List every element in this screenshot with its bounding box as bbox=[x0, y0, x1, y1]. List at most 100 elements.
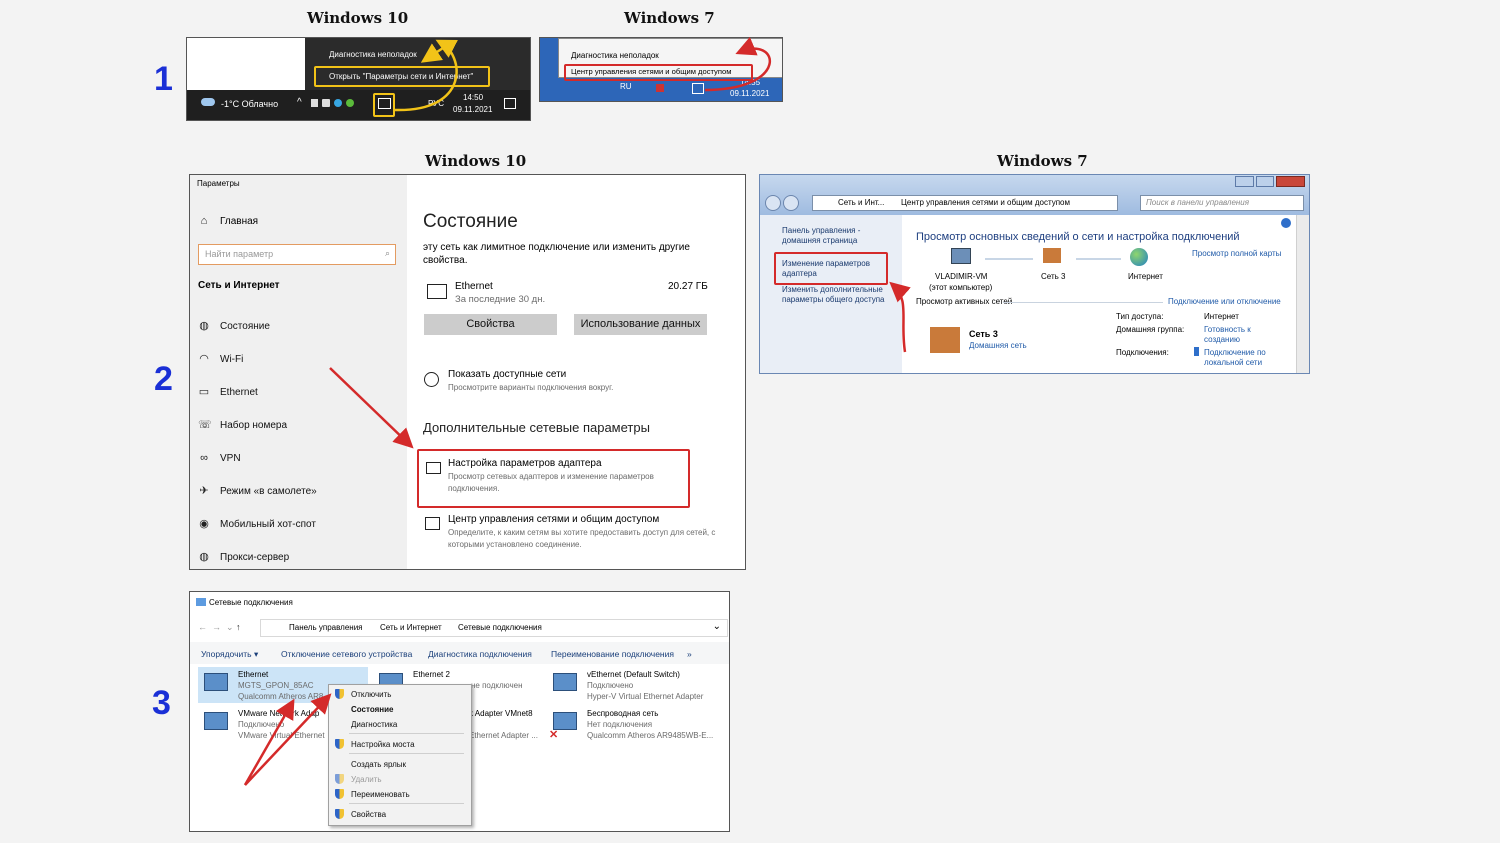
left-sharing-link[interactable]: Изменить дополнительные параметры общего… bbox=[782, 285, 897, 305]
network-center-link[interactable]: Центр управления сетями и общим доступом bbox=[448, 514, 659, 525]
ctx-disable[interactable]: Отключить bbox=[351, 690, 391, 699]
menu-diagnose[interactable]: Диагностика неполадок bbox=[329, 50, 417, 59]
toolbar-disable[interactable]: Отключение сетевого устройства bbox=[281, 649, 412, 659]
show-networks-link[interactable]: Показать доступные сети bbox=[448, 369, 566, 380]
heading-row1-win10: Windows 10 bbox=[307, 9, 409, 27]
ctx-shortcut[interactable]: Создать ярлык bbox=[351, 760, 406, 769]
ctx-properties[interactable]: Свойства bbox=[351, 810, 386, 819]
window-controls bbox=[1235, 176, 1306, 187]
battery-icon[interactable] bbox=[311, 99, 318, 107]
globe-icon bbox=[424, 372, 439, 387]
clock-time[interactable]: 14:50 bbox=[463, 93, 483, 102]
nav-arrows: ← → ⌄ ↑ bbox=[198, 622, 241, 632]
phone-icon: ☏ bbox=[198, 419, 212, 431]
clock-date[interactable]: 09.11.2021 bbox=[453, 105, 492, 114]
monitor-icon bbox=[427, 284, 447, 299]
heading-row1-win7: Windows 7 bbox=[624, 9, 715, 27]
breadcrumb-2[interactable]: Центр управления сетями и общим доступом bbox=[901, 198, 1070, 207]
maximize-icon[interactable] bbox=[1255, 176, 1275, 187]
step-number-3: 3 bbox=[152, 684, 171, 722]
settings-search-input[interactable]: Найти параметр ⌕ bbox=[198, 244, 396, 265]
help-icon[interactable] bbox=[1281, 218, 1291, 228]
toolbar-rename[interactable]: Переименование подключения bbox=[551, 649, 674, 659]
toolbar-organize[interactable]: Упорядочить ▾ bbox=[201, 649, 258, 660]
close-icon[interactable] bbox=[1276, 176, 1306, 187]
lang-indicator[interactable]: РУС bbox=[428, 99, 444, 108]
ethernet-small-icon bbox=[1194, 347, 1199, 356]
conn-value-link[interactable]: Подключение по локальной сети bbox=[1204, 348, 1294, 368]
win7-flag-icon[interactable] bbox=[656, 84, 664, 92]
red-highlight-adapter-link bbox=[774, 252, 888, 285]
ctx-status[interactable]: Состояние bbox=[351, 705, 393, 714]
nav-vpn[interactable]: ∞ VPN bbox=[198, 452, 240, 464]
ctx-separator bbox=[349, 733, 464, 734]
nav-status[interactable]: ◍ Состояние bbox=[198, 320, 270, 332]
scrollbar[interactable] bbox=[1296, 215, 1309, 373]
nav-hotspot[interactable]: ◉ Мобильный хот-спот bbox=[198, 518, 316, 530]
show-networks-sub: Просмотрите варианты подключения вокруг. bbox=[448, 383, 614, 392]
section-title: Сеть и Интернет bbox=[198, 280, 280, 291]
internet-globe-icon bbox=[1130, 248, 1148, 266]
app-icon[interactable] bbox=[346, 99, 354, 107]
notification-icon[interactable] bbox=[504, 98, 516, 109]
adapter-sub: За последние 30 дн. bbox=[455, 294, 546, 305]
address-bar-3[interactable]: Панель управления Сеть и Интернет Сетевы… bbox=[260, 619, 728, 637]
ctx-bridge[interactable]: Настройка моста bbox=[351, 740, 415, 749]
nav-dialup[interactable]: ☏ Набор номера bbox=[198, 419, 287, 431]
properties-button[interactable]: Свойства bbox=[424, 314, 557, 335]
adapter-wireless[interactable]: ✕ Беспроводная сеть Нет подключения Qual… bbox=[547, 706, 727, 742]
telegram-icon[interactable] bbox=[334, 99, 342, 107]
nav-ethernet[interactable]: ▭ Ethernet bbox=[198, 386, 258, 398]
chevron-up-icon[interactable]: ^ bbox=[297, 97, 302, 108]
computer-icon bbox=[951, 248, 971, 264]
forward-button[interactable] bbox=[783, 195, 799, 211]
toolbar-more[interactable]: » bbox=[687, 649, 692, 659]
full-map-link[interactable]: Просмотр полной карты bbox=[1192, 249, 1281, 258]
context-menu: Отключить Состояние Диагностика Настройк… bbox=[328, 684, 472, 826]
volume-icon[interactable] bbox=[322, 99, 330, 107]
nav-wifi[interactable]: ◠ Wi-Fi bbox=[198, 353, 243, 365]
ctx-separator bbox=[349, 803, 464, 804]
home-nav[interactable]: ⌂ Главная bbox=[198, 215, 258, 227]
connect-link[interactable]: Подключение или отключение bbox=[1168, 297, 1281, 306]
window-title-3: Сетевые подключения bbox=[209, 598, 293, 607]
separator bbox=[1003, 302, 1163, 303]
breadcrumb-network[interactable]: Сеть и Интернет bbox=[380, 623, 442, 632]
toolbar-diagnose[interactable]: Диагностика подключения bbox=[428, 649, 532, 659]
address-bar[interactable]: Сеть и Инт... Центр управления сетями и … bbox=[812, 195, 1118, 211]
back-button[interactable] bbox=[765, 195, 781, 211]
breadcrumb-connections[interactable]: Сетевые подключения bbox=[458, 623, 542, 632]
left-home-link[interactable]: Панель управления - домашняя страница bbox=[782, 226, 892, 246]
nav-airplane[interactable]: ✈ Режим «в самолете» bbox=[198, 485, 316, 497]
red-highlight-adapter-settings bbox=[417, 449, 690, 508]
nav-proxy[interactable]: ◍ Прокси-сервер bbox=[198, 551, 289, 563]
search-input-7[interactable]: Поиск в панели управления bbox=[1140, 195, 1304, 211]
minimize-icon[interactable] bbox=[1235, 176, 1254, 187]
shield-icon bbox=[335, 774, 344, 784]
ctx-diagnose[interactable]: Диагностика bbox=[351, 720, 397, 729]
network-center-sub: Определите, к каким сетям вы хотите пред… bbox=[448, 528, 716, 549]
win7-lang[interactable]: RU bbox=[620, 82, 632, 91]
airplane-icon: ✈ bbox=[199, 485, 209, 497]
adapter-status: Подключено bbox=[587, 681, 634, 690]
net-name: Сеть 3 bbox=[969, 329, 998, 339]
net-type-link[interactable]: Домашняя сеть bbox=[969, 341, 1027, 350]
node-pc: VLADIMIR-VM bbox=[935, 272, 988, 281]
heading-row2-win10: Windows 10 bbox=[425, 152, 527, 170]
network-connections-window: Сетевые подключения ← → ⌄ ↑ Панель управ… bbox=[189, 591, 730, 832]
yellow-highlight-network-icon bbox=[373, 93, 395, 117]
adapter-vethernet[interactable]: vEthernet (Default Switch) Подключено Hy… bbox=[547, 667, 727, 703]
shield-icon bbox=[335, 789, 344, 799]
chevron-down-icon[interactable]: ⌄ bbox=[713, 621, 721, 632]
ctx-rename[interactable]: Переименовать bbox=[351, 790, 410, 799]
data-usage-button[interactable]: Использование данных bbox=[574, 314, 707, 335]
group-value-link[interactable]: Готовность к созданию bbox=[1204, 325, 1270, 345]
menu-diagnose-7[interactable]: Диагностика неполадок bbox=[571, 51, 659, 60]
win7-network-icon[interactable] bbox=[692, 83, 704, 94]
yellow-highlight-menu bbox=[314, 66, 490, 87]
breadcrumb-1[interactable]: Сеть и Инт... bbox=[838, 198, 884, 207]
win7-clock-date[interactable]: 09.11.2021 bbox=[730, 89, 769, 98]
weather-text[interactable]: -1°C Облачно bbox=[221, 99, 278, 109]
breadcrumb-control-panel[interactable]: Панель управления bbox=[289, 623, 363, 632]
advanced-title: Дополнительные сетевые параметры bbox=[423, 420, 650, 435]
